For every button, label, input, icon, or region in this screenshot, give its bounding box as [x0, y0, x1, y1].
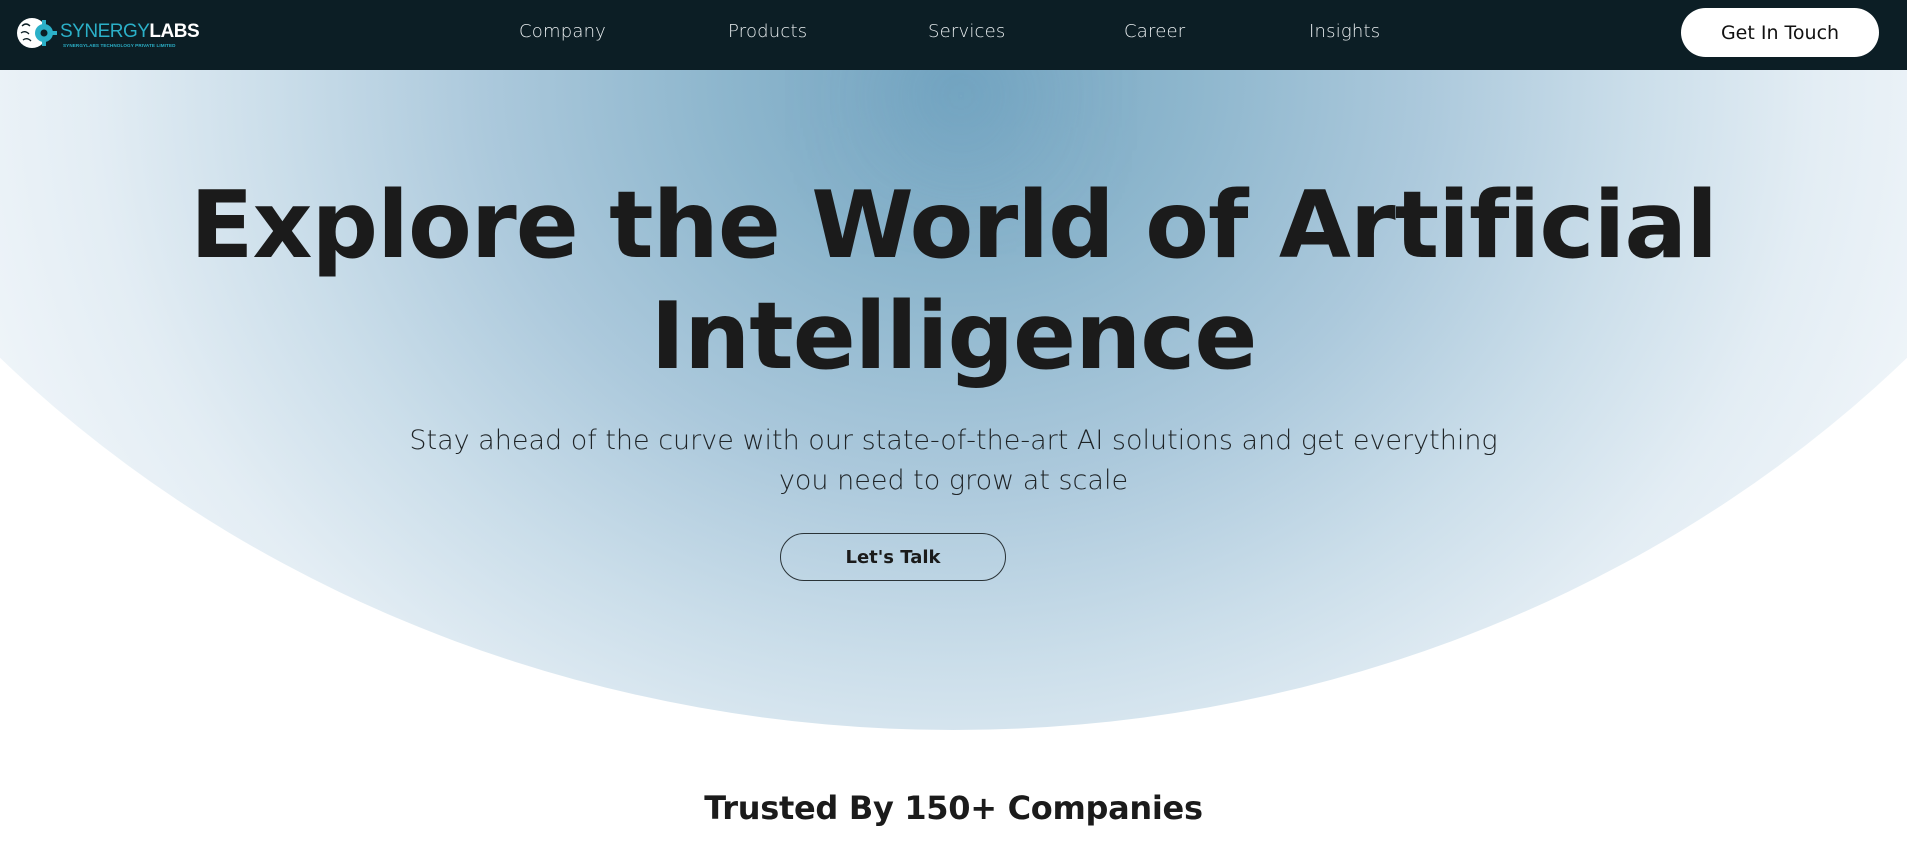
nav-insights[interactable]: Insights	[1309, 21, 1380, 42]
nav-products[interactable]: Products	[728, 21, 807, 42]
logo-wordmark: SYNERGYLABS	[60, 21, 200, 43]
nav-career[interactable]: Career	[1124, 21, 1185, 42]
hero-headline-line2: Intelligence	[650, 282, 1257, 390]
hero-subtitle-line2: you need to grow at scale	[778, 465, 1129, 496]
hero-headline-line1: Explore the World of Artificial	[189, 171, 1718, 279]
logo-tagline: SYNERGYLABS TECHNOLOGY PRIVATE LIMITED	[63, 43, 176, 48]
site-header: SYNERGYLABS SYNERGYLABS TECHNOLOGY PRIVA…	[0, 0, 1907, 70]
get-in-touch-button[interactable]: Get In Touch	[1681, 8, 1879, 57]
nav-company[interactable]: Company	[519, 21, 606, 42]
logo[interactable]: SYNERGYLABS SYNERGYLABS TECHNOLOGY PRIVA…	[14, 12, 200, 54]
page: SYNERGYLABS SYNERGYLABS TECHNOLOGY PRIVA…	[0, 0, 1907, 863]
hero-subtitle-line1: Stay ahead of the curve with our state-o…	[409, 425, 1498, 456]
hero-glow	[960, 95, 962, 97]
logo-word-labs: LABS	[149, 21, 200, 42]
logo-word-synergy: SYNERGY	[60, 21, 150, 42]
brain-gear-icon	[17, 18, 57, 48]
trusted-heading: Trusted By 150+ Companies	[704, 789, 1203, 827]
lets-talk-button[interactable]: Let's Talk	[780, 533, 1006, 581]
nav-services[interactable]: Services	[928, 21, 1006, 42]
